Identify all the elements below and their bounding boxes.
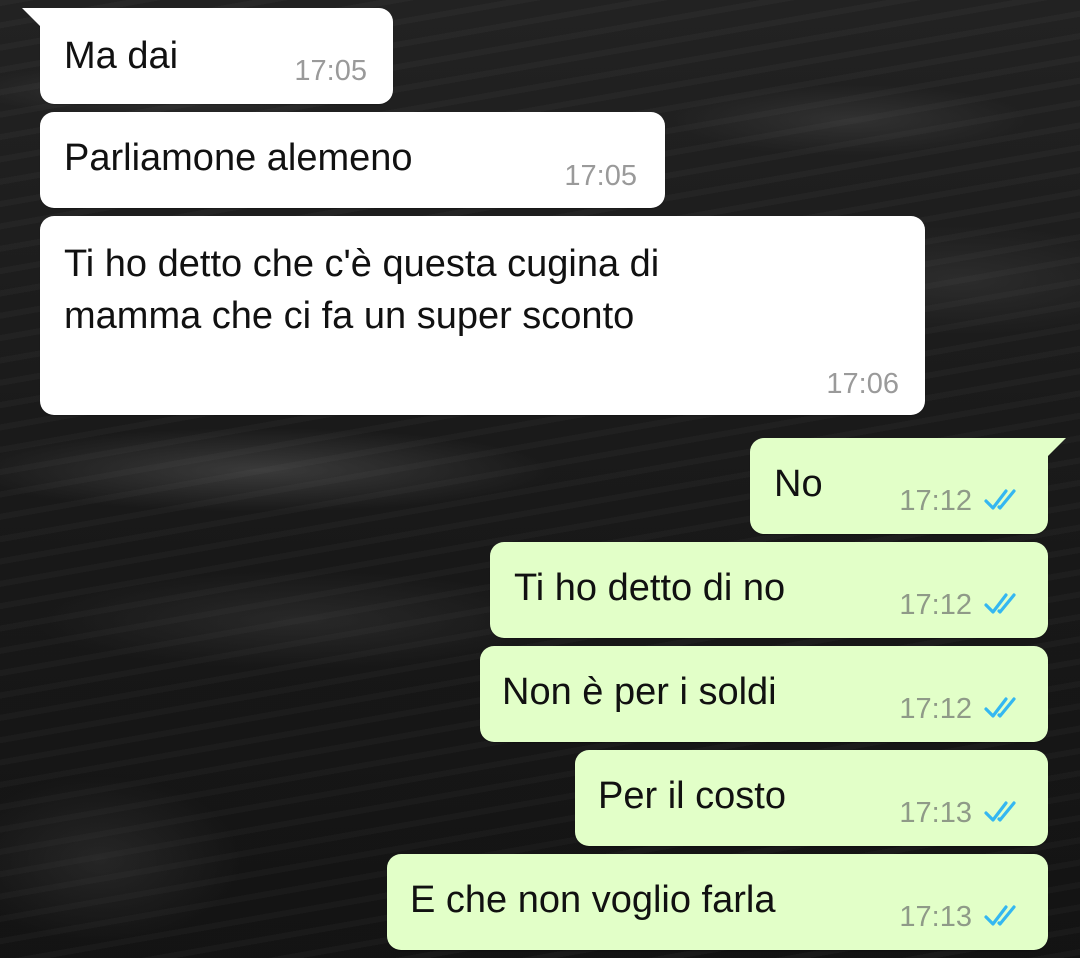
double-check-read-icon (984, 905, 1016, 926)
message-time: 17:13 (899, 797, 972, 829)
message-time: 17:12 (899, 589, 972, 621)
message-text: Ti ho detto di no (514, 567, 786, 609)
bubble-tail (1044, 438, 1066, 460)
double-check-read-icon (984, 697, 1016, 718)
message-time: 17:12 (899, 485, 972, 517)
message-text: Parliamone alemeno (64, 137, 413, 179)
double-check-read-icon (984, 489, 1016, 510)
message-bubble-outgoing[interactable]: No 17:12 (750, 438, 1066, 534)
message-bubble-outgoing[interactable]: Per il costo 17:13 (575, 750, 1048, 846)
message-bubble-incoming[interactable]: Ma dai 17:05 (22, 8, 393, 104)
double-check-read-icon (984, 801, 1016, 822)
double-check-read-icon (984, 593, 1016, 614)
message-bubble-outgoing[interactable]: Ti ho detto di no 17:12 (490, 542, 1048, 638)
message-time: 17:06 (826, 368, 899, 400)
message-time: 17:12 (899, 693, 972, 725)
message-bubble-outgoing[interactable]: E che non voglio farla 17:13 (387, 854, 1048, 950)
message-text: Ti ho detto che c'è questa cugina di mam… (64, 243, 660, 337)
message-time: 17:05 (564, 160, 637, 192)
message-text: Non è per i soldi (502, 671, 777, 713)
message-text: Per il costo (598, 775, 786, 817)
message-bubble-incoming[interactable]: Ti ho detto che c'è questa cugina di mam… (40, 216, 925, 415)
message-time: 17:13 (899, 901, 972, 933)
message-text: E che non voglio farla (410, 879, 776, 921)
message-bubble-incoming[interactable]: Parliamone alemeno 17:05 (40, 112, 665, 208)
message-time: 17:05 (294, 55, 367, 87)
bubble-tail (22, 8, 44, 30)
message-bubble-outgoing[interactable]: Non è per i soldi 17:12 (480, 646, 1048, 742)
message-text: No (774, 463, 823, 505)
message-text: Ma dai (64, 35, 179, 77)
